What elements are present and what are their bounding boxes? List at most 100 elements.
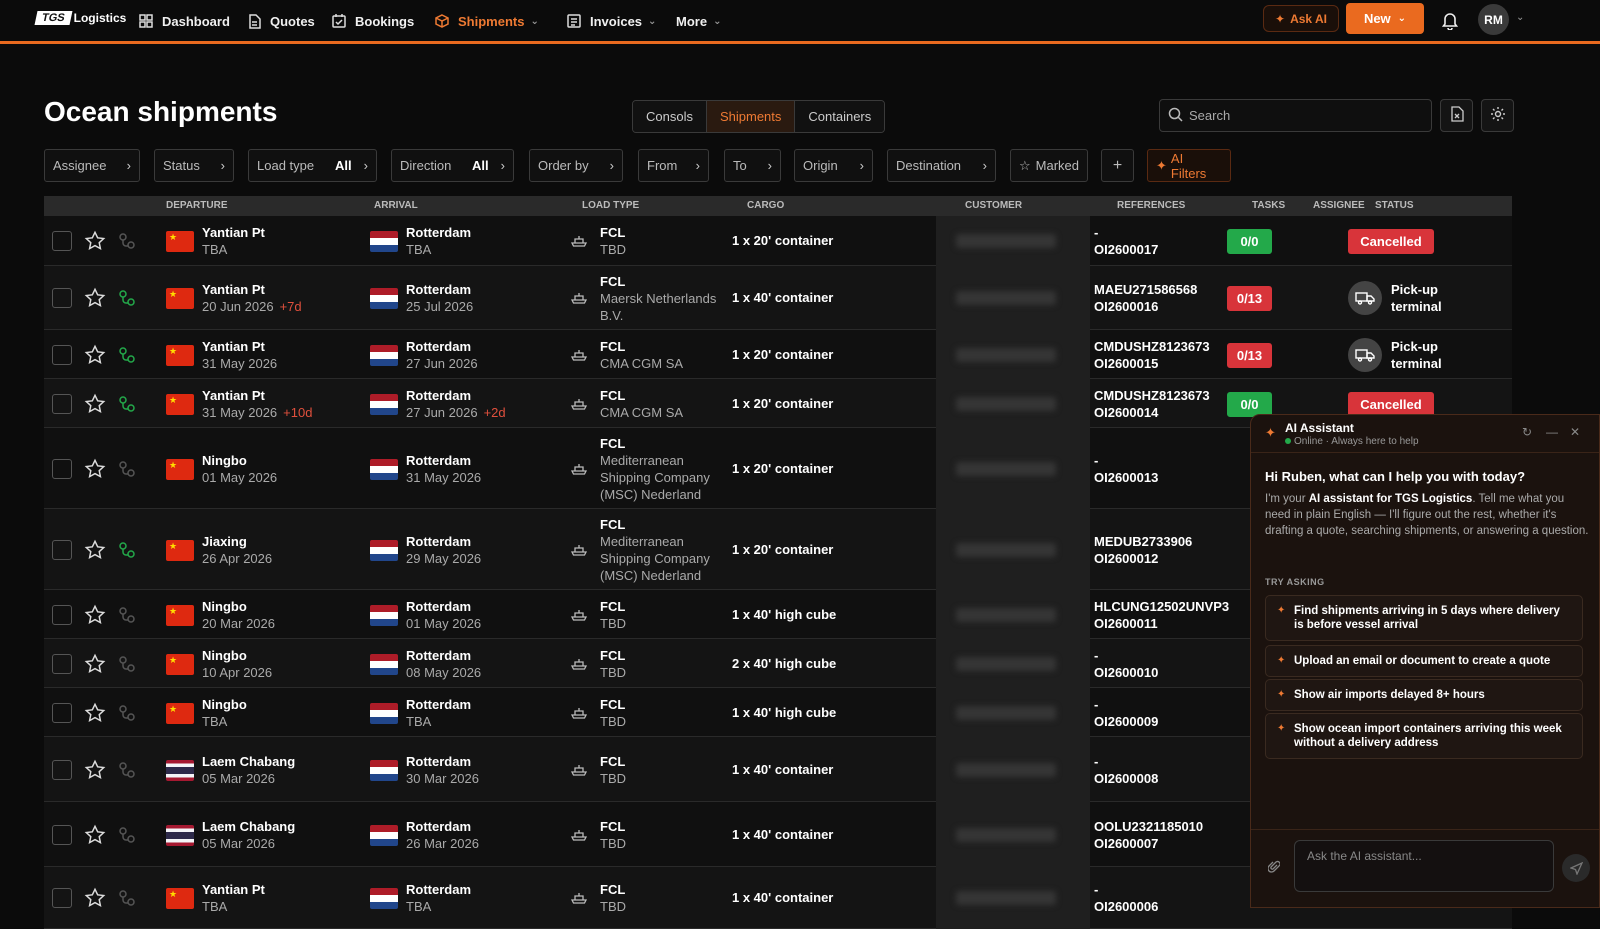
chevron-down-icon[interactable]: ⌄ (1516, 12, 1524, 23)
star-icon[interactable] (84, 393, 106, 415)
star-icon[interactable] (84, 653, 106, 675)
filter-direction[interactable]: Direction All › (391, 149, 514, 182)
filter-marked[interactable]: ☆ Marked (1010, 149, 1088, 182)
export-file-button[interactable] (1440, 99, 1473, 132)
reference-booking[interactable]: CMDUSHZ8123673 (1094, 387, 1210, 404)
reference-shipment-id[interactable]: OI2600015 (1094, 355, 1210, 372)
refresh-icon[interactable]: ↻ (1522, 425, 1532, 439)
reference-booking[interactable]: MAEU271586568 (1094, 281, 1197, 298)
star-icon[interactable] (84, 759, 106, 781)
filter-status[interactable]: Status › (154, 149, 234, 182)
row-checkbox[interactable] (52, 604, 72, 625)
filter-origin[interactable]: Origin › (794, 149, 873, 182)
ask-ai-button[interactable]: ✦ Ask AI (1263, 5, 1339, 32)
star-icon[interactable] (84, 539, 106, 561)
nav-quotes[interactable]: Quotes (246, 10, 315, 32)
reference-booking[interactable]: CMDUSHZ8123673 (1094, 338, 1210, 355)
star-icon[interactable] (84, 287, 106, 309)
tasks-badge[interactable]: 0/13 (1227, 286, 1272, 311)
row-checkbox[interactable] (52, 539, 72, 560)
star-icon[interactable] (84, 824, 106, 846)
table-row[interactable]: Yantian Pt 20 Jun 2026 +7d Rotterdam 25 Jul … (44, 266, 1512, 330)
add-filter-button[interactable]: + (1101, 149, 1134, 182)
nav-invoices[interactable]: Invoices ⌄ (566, 10, 656, 32)
tasks-badge[interactable]: 0/0 (1227, 391, 1272, 417)
col-arrival[interactable]: ARRIVAL (374, 200, 418, 211)
ai-suggestion[interactable]: Find shipments arriving in 5 days where … (1265, 595, 1583, 641)
row-checkbox[interactable] (52, 231, 72, 251)
star-icon[interactable] (84, 604, 106, 626)
reference-shipment-id[interactable]: OI2600011 (1094, 615, 1229, 632)
user-avatar[interactable]: RM (1478, 4, 1509, 35)
col-references[interactable]: REFERENCES (1117, 200, 1185, 211)
ai-chat-input[interactable] (1294, 840, 1554, 892)
col-customer[interactable]: CUSTOMER (965, 200, 1022, 211)
reference-shipment-id[interactable]: OI2600017 (1094, 241, 1158, 258)
row-checkbox[interactable] (52, 653, 72, 674)
minimize-icon[interactable]: — (1546, 425, 1558, 439)
tab-shipments[interactable]: Shipments (706, 101, 796, 132)
col-cargo[interactable]: CARGO (747, 200, 784, 211)
filter-order-by[interactable]: Order by › (529, 149, 623, 182)
col-tasks[interactable]: TASKS (1252, 200, 1285, 211)
settings-button[interactable] (1481, 99, 1514, 132)
row-checkbox[interactable] (52, 702, 72, 723)
nav-shipments[interactable]: Shipments ⌄ (434, 10, 539, 32)
paperclip-icon[interactable] (1267, 860, 1281, 877)
row-checkbox[interactable] (52, 458, 72, 479)
row-checkbox[interactable] (52, 759, 72, 780)
reference-shipment-id[interactable]: OI2600007 (1094, 835, 1203, 852)
reference-booking[interactable]: MEDUB2733906 (1094, 533, 1192, 550)
star-icon[interactable] (84, 887, 106, 909)
reference-booking[interactable]: - (1094, 696, 1158, 713)
ai-suggestion[interactable]: Upload an email or document to create a … (1265, 645, 1583, 677)
row-checkbox[interactable] (52, 393, 72, 414)
reference-booking[interactable]: - (1094, 753, 1158, 770)
reference-booking[interactable]: HLCUNG12502UNVP3 (1094, 598, 1229, 615)
filter-load-type[interactable]: Load type All › (248, 149, 377, 182)
star-icon[interactable] (84, 458, 106, 480)
search-input[interactable] (1189, 108, 1419, 123)
close-icon[interactable]: ✕ (1570, 425, 1580, 439)
reference-shipment-id[interactable]: OI2600013 (1094, 469, 1158, 486)
row-checkbox[interactable] (52, 888, 72, 908)
reference-shipment-id[interactable]: OI2600006 (1094, 898, 1158, 915)
row-checkbox[interactable] (52, 344, 72, 365)
reference-booking[interactable]: - (1094, 224, 1158, 241)
reference-shipment-id[interactable]: OI2600008 (1094, 770, 1158, 787)
tasks-badge[interactable]: 0/0 (1227, 229, 1272, 254)
row-checkbox[interactable] (52, 288, 72, 308)
nav-more[interactable]: More ⌄ (676, 10, 721, 32)
col-load-type[interactable]: LOAD TYPE (582, 200, 639, 211)
new-button[interactable]: New ⌄ (1346, 3, 1424, 34)
reference-shipment-id[interactable]: OI2600014 (1094, 404, 1210, 421)
reference-shipment-id[interactable]: OI2600016 (1094, 298, 1197, 315)
ai-filters-button[interactable]: ✦ AI Filters (1147, 149, 1231, 182)
reference-shipment-id[interactable]: OI2600012 (1094, 550, 1192, 567)
filter-from[interactable]: From › (638, 149, 709, 182)
filter-to[interactable]: To › (724, 149, 781, 182)
col-assignee[interactable]: ASSIGNEE (1313, 200, 1365, 211)
send-icon[interactable] (1562, 854, 1590, 882)
reference-booking[interactable]: - (1094, 647, 1158, 664)
tab-consols[interactable]: Consols (633, 101, 707, 132)
reference-booking[interactable]: - (1094, 881, 1158, 898)
row-checkbox[interactable] (52, 824, 72, 845)
nav-dashboard[interactable]: Dashboard (138, 10, 230, 32)
reference-shipment-id[interactable]: OI2600009 (1094, 713, 1158, 730)
reference-booking[interactable]: OOLU2321185010 (1094, 818, 1203, 835)
filter-assignee[interactable]: Assignee › (44, 149, 140, 182)
table-row[interactable]: Yantian Pt TBA Rotterdam TBA FCL TBD 1 x 20' c… (44, 216, 1512, 266)
ai-suggestion[interactable]: Show air imports delayed 8+ hours (1265, 679, 1583, 711)
reference-shipment-id[interactable]: OI2600010 (1094, 664, 1158, 681)
ai-suggestion[interactable]: Show ocean import containers arriving th… (1265, 713, 1583, 759)
bell-icon[interactable] (1440, 10, 1460, 31)
nav-bookings[interactable]: Bookings (331, 10, 414, 32)
col-status[interactable]: STATUS (1375, 200, 1414, 211)
table-row[interactable]: Yantian Pt31 May 2026 Rotterdam27 Jun 202… (44, 330, 1512, 379)
tasks-badge[interactable]: 0/13 (1227, 342, 1272, 368)
star-icon[interactable] (84, 230, 106, 252)
filter-destination[interactable]: Destination › (887, 149, 996, 182)
star-icon[interactable] (84, 702, 106, 724)
tgs-logo[interactable]: TGS Logistics (34, 11, 126, 25)
